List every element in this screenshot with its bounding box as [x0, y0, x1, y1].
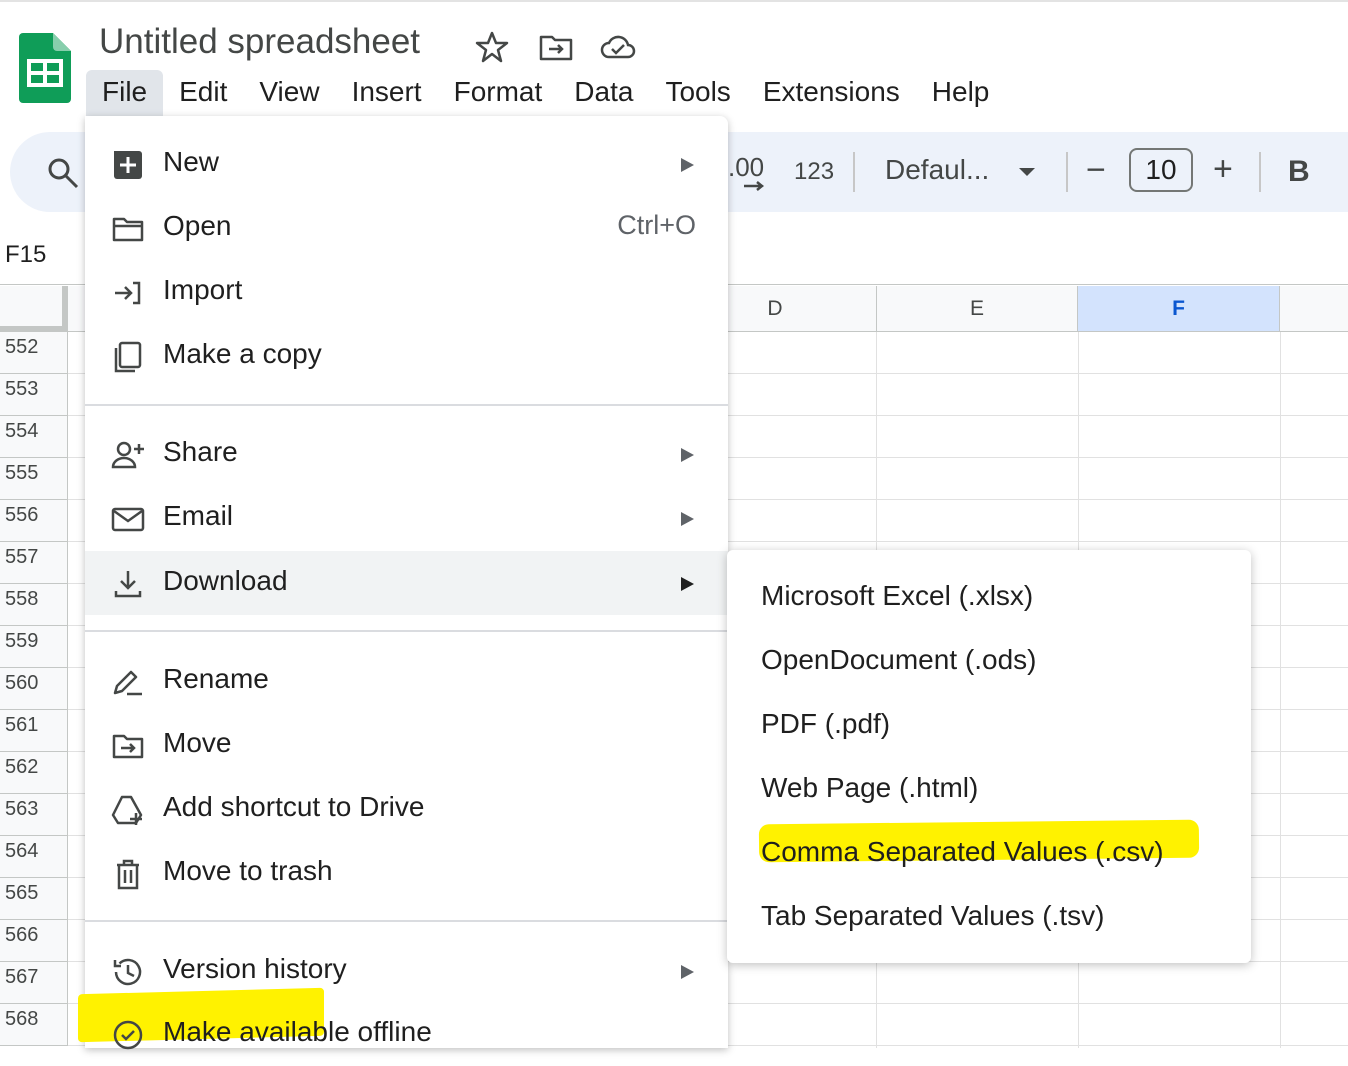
name-box[interactable]: F15: [5, 241, 46, 269]
font-size-input[interactable]: 10: [1129, 148, 1193, 192]
download-csv[interactable]: Comma Separated Values (.csv): [727, 806, 1251, 870]
menu-insert[interactable]: Insert: [336, 70, 438, 116]
menu-bar: File Edit View Insert Format Data Tools …: [86, 70, 1005, 116]
file-menu-import[interactable]: Import: [85, 260, 728, 324]
file-menu: New Open Ctrl+O Import Make a copy Share: [78, 116, 728, 1050]
import-icon: [115, 281, 141, 305]
sheets-logo-icon[interactable]: [19, 33, 71, 103]
file-menu-make-copy[interactable]: Make a copy: [85, 324, 728, 388]
top-border: [0, 0, 1348, 2]
file-menu-rename[interactable]: Rename: [85, 649, 728, 713]
menu-divider: [85, 404, 728, 406]
menu-help[interactable]: Help: [916, 70, 1006, 116]
submenu-arrow-icon: [681, 158, 694, 172]
download-ods[interactable]: OpenDocument (.ods): [727, 614, 1251, 678]
font-select[interactable]: Defaul...: [885, 154, 989, 186]
menu-edit[interactable]: Edit: [163, 70, 243, 116]
trash-icon: [117, 859, 139, 890]
decrease-font-size-button[interactable]: −: [1086, 151, 1106, 190]
file-menu-version-history[interactable]: Version history: [85, 939, 728, 1003]
new-sheet-icon: [114, 151, 142, 179]
file-menu-share[interactable]: Share: [85, 422, 728, 486]
menu-divider: [85, 920, 728, 922]
bold-button[interactable]: B: [1288, 155, 1310, 189]
row-header[interactable]: 566: [0, 920, 68, 962]
chevron-down-icon[interactable]: [1017, 165, 1037, 179]
folder-icon: [112, 217, 144, 242]
menu-tools[interactable]: Tools: [649, 70, 746, 116]
move-folder-icon: [112, 734, 144, 759]
menu-format[interactable]: Format: [438, 70, 559, 116]
submenu-arrow-icon: [681, 965, 694, 979]
menu-divider: [85, 630, 728, 632]
download-icon: [114, 571, 142, 598]
row-header[interactable]: 555: [0, 458, 68, 500]
file-menu-email[interactable]: Email: [85, 486, 728, 550]
row-header[interactable]: 554: [0, 416, 68, 458]
menu-data[interactable]: Data: [558, 70, 649, 116]
file-menu-offline[interactable]: Make available offline: [85, 1002, 728, 1066]
increase-decimal-button[interactable]: .00: [728, 152, 764, 183]
row-header[interactable]: 568: [0, 1004, 68, 1046]
row-header[interactable]: 565: [0, 878, 68, 920]
row-header[interactable]: 564: [0, 836, 68, 878]
download-html[interactable]: Web Page (.html): [727, 742, 1251, 806]
copy-icon: [114, 341, 142, 373]
download-pdf[interactable]: PDF (.pdf): [727, 678, 1251, 742]
submenu-arrow-icon: [681, 512, 694, 526]
number-format-button[interactable]: 123: [794, 158, 834, 186]
menu-extensions[interactable]: Extensions: [747, 70, 916, 116]
column-header-g[interactable]: [1280, 286, 1348, 332]
shortcut-label: Ctrl+O: [617, 210, 696, 240]
row-header[interactable]: 567: [0, 962, 68, 1004]
row-header[interactable]: 563: [0, 794, 68, 836]
arrow-right-icon: [744, 181, 765, 191]
row-header[interactable]: 556: [0, 500, 68, 542]
menu-view[interactable]: View: [243, 70, 335, 116]
file-menu-trash[interactable]: Move to trash: [85, 841, 728, 905]
row-header[interactable]: 562: [0, 752, 68, 794]
file-menu-add-shortcut[interactable]: Add shortcut to Drive: [85, 777, 728, 841]
file-menu-move[interactable]: Move: [85, 713, 728, 777]
row-header[interactable]: 552: [0, 332, 68, 374]
row-header[interactable]: 560: [0, 668, 68, 710]
download-submenu: Microsoft Excel (.xlsx) OpenDocument (.o…: [727, 550, 1251, 963]
row-header[interactable]: 557: [0, 542, 68, 584]
search-icon[interactable]: [46, 156, 80, 190]
rename-icon: [113, 670, 142, 696]
download-tsv[interactable]: Tab Separated Values (.tsv): [727, 870, 1251, 934]
share-person-icon: [111, 441, 144, 469]
row-header[interactable]: 559: [0, 626, 68, 668]
row-header[interactable]: 558: [0, 584, 68, 626]
document-title[interactable]: Untitled spreadsheet: [99, 22, 420, 62]
move-folder-icon[interactable]: [538, 30, 574, 64]
select-all-corner[interactable]: [0, 286, 68, 332]
grid-line: [1280, 332, 1281, 1048]
drive-shortcut-icon: [111, 795, 143, 825]
row-header[interactable]: 561: [0, 710, 68, 752]
toolbar-divider: [1259, 152, 1261, 192]
toolbar-divider: [853, 152, 855, 192]
star-icon[interactable]: [474, 30, 510, 64]
column-header-e[interactable]: E: [877, 286, 1078, 332]
increase-font-size-button[interactable]: +: [1213, 150, 1233, 189]
toolbar-divider: [1066, 152, 1068, 192]
column-header-f[interactable]: F: [1078, 286, 1280, 332]
row-header[interactable]: 553: [0, 374, 68, 416]
menu-file[interactable]: File: [86, 70, 164, 116]
download-xlsx[interactable]: Microsoft Excel (.xlsx): [727, 550, 1251, 614]
history-icon: [113, 958, 142, 986]
email-icon: [111, 507, 145, 532]
submenu-arrow-icon: [681, 577, 694, 591]
file-menu-download[interactable]: Download: [78, 551, 728, 1043]
file-menu-open[interactable]: Open Ctrl+O: [85, 196, 728, 260]
cloud-saved-icon[interactable]: [600, 30, 636, 64]
submenu-arrow-icon: [681, 448, 694, 462]
file-menu-new[interactable]: New: [85, 132, 728, 196]
offline-icon: [113, 1020, 143, 1050]
